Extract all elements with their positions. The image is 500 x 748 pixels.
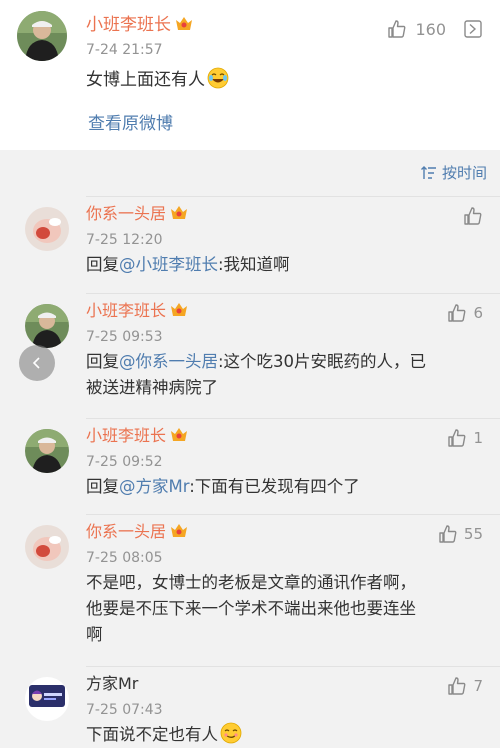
comment-text: 女博上面还有人 xyxy=(86,67,229,93)
like-count: 1 xyxy=(473,429,483,447)
thumb-up-icon xyxy=(448,429,466,447)
mention-link[interactable]: @你系一头居 xyxy=(119,352,218,371)
reply-text: 回复@你系一头居:这个吃30片安眠药的人，已 被送进精神病院了 xyxy=(86,352,427,397)
vip-badge-icon xyxy=(176,17,192,30)
vip-badge-icon xyxy=(171,428,188,441)
smirk-emoji xyxy=(220,722,242,744)
divider xyxy=(86,418,500,419)
reply-item: 你系一头居 7-25 08:05 55 不是吧，女博士的老板是文章的通讯作者啊，… xyxy=(0,514,500,664)
avatar[interactable] xyxy=(25,304,69,348)
back-arrow-icon xyxy=(32,357,40,369)
more-icon[interactable] xyxy=(464,20,482,38)
thumb-up-icon xyxy=(448,304,466,322)
avatar[interactable] xyxy=(17,11,67,61)
like-button[interactable] xyxy=(463,206,483,226)
sort-icon xyxy=(420,165,436,179)
reply-text: 回复@小班李班长:我知道啊 xyxy=(86,255,290,274)
like-button[interactable]: 160 xyxy=(387,19,482,39)
timestamp: 7-25 09:53 xyxy=(86,329,163,345)
like-button[interactable]: 55 xyxy=(438,524,483,544)
reply-text: 回复@方家Mr:下面有已发现有四个了 xyxy=(86,477,360,496)
reply-item: 小班李班长 7-25 09:52 1 回复@方家Mr:下面有已发现有四个了 xyxy=(0,418,500,512)
like-button[interactable]: 1 xyxy=(447,428,483,448)
like-count: 55 xyxy=(463,525,483,543)
like-count: 6 xyxy=(473,304,483,322)
username[interactable]: 你系一头居 xyxy=(86,205,188,223)
timestamp: 7-25 09:52 xyxy=(86,454,163,470)
timestamp: 7-25 12:20 xyxy=(86,232,163,248)
like-count: 7 xyxy=(473,677,483,695)
crying-laughing-emoji xyxy=(207,67,229,89)
reply-item: 你系一头居 7-25 12:20 回复@小班李班长:我知道啊 xyxy=(0,196,500,290)
like-count: 160 xyxy=(415,19,446,39)
divider xyxy=(86,514,500,515)
sort-button[interactable]: 按时间 xyxy=(420,162,487,183)
timestamp: 7-25 08:05 xyxy=(86,550,163,566)
mention-link[interactable]: @小班李班长 xyxy=(119,255,218,274)
avatar[interactable] xyxy=(25,429,69,473)
root-comment: 小班李班长 7-24 21:57 160 女博上面还有人 查看原微博 xyxy=(0,0,500,150)
back-button[interactable] xyxy=(19,345,55,381)
timestamp: 7-25 07:43 xyxy=(86,702,163,718)
thumb-up-icon xyxy=(464,207,482,225)
vip-badge-icon xyxy=(171,303,188,316)
thumb-up-icon xyxy=(388,20,406,38)
reply-text: 下面说不定也有人 xyxy=(86,722,481,748)
reply-item: 方家Mr 7-25 07:43 7 下面说不定也有人 xyxy=(0,666,500,748)
username[interactable]: 小班李班长 xyxy=(86,427,188,445)
avatar[interactable] xyxy=(25,677,69,721)
divider xyxy=(86,196,500,197)
like-button[interactable]: 6 xyxy=(447,303,483,323)
mention-link[interactable]: @方家Mr xyxy=(119,477,189,496)
like-button[interactable]: 7 xyxy=(447,676,483,696)
username[interactable]: 方家Mr xyxy=(86,675,138,693)
vip-badge-icon xyxy=(171,206,188,219)
view-original-link[interactable]: 查看原微博 xyxy=(88,112,173,136)
thumb-up-icon xyxy=(439,525,457,543)
reply-text: 不是吧，女博士的老板是文章的通讯作者啊， 他要是不压下来一个学术不端出来他也要连坐… xyxy=(86,573,416,644)
sort-label: 按时间 xyxy=(441,164,487,182)
thumb-up-icon xyxy=(448,677,466,695)
divider xyxy=(86,666,500,667)
username[interactable]: 小班李班长 xyxy=(86,302,188,320)
sort-bar: 按时间 xyxy=(0,150,500,196)
avatar[interactable] xyxy=(25,207,69,251)
divider xyxy=(86,293,500,294)
avatar[interactable] xyxy=(25,525,69,569)
timestamp: 7-24 21:57 xyxy=(86,42,163,58)
reply-item: 小班李班长 7-25 09:53 6 回复@你系一头居:这个吃30片安眠药的人，… xyxy=(0,293,500,415)
username[interactable]: 你系一头居 xyxy=(86,523,188,541)
username[interactable]: 小班李班长 xyxy=(86,15,193,35)
vip-badge-icon xyxy=(171,524,188,537)
